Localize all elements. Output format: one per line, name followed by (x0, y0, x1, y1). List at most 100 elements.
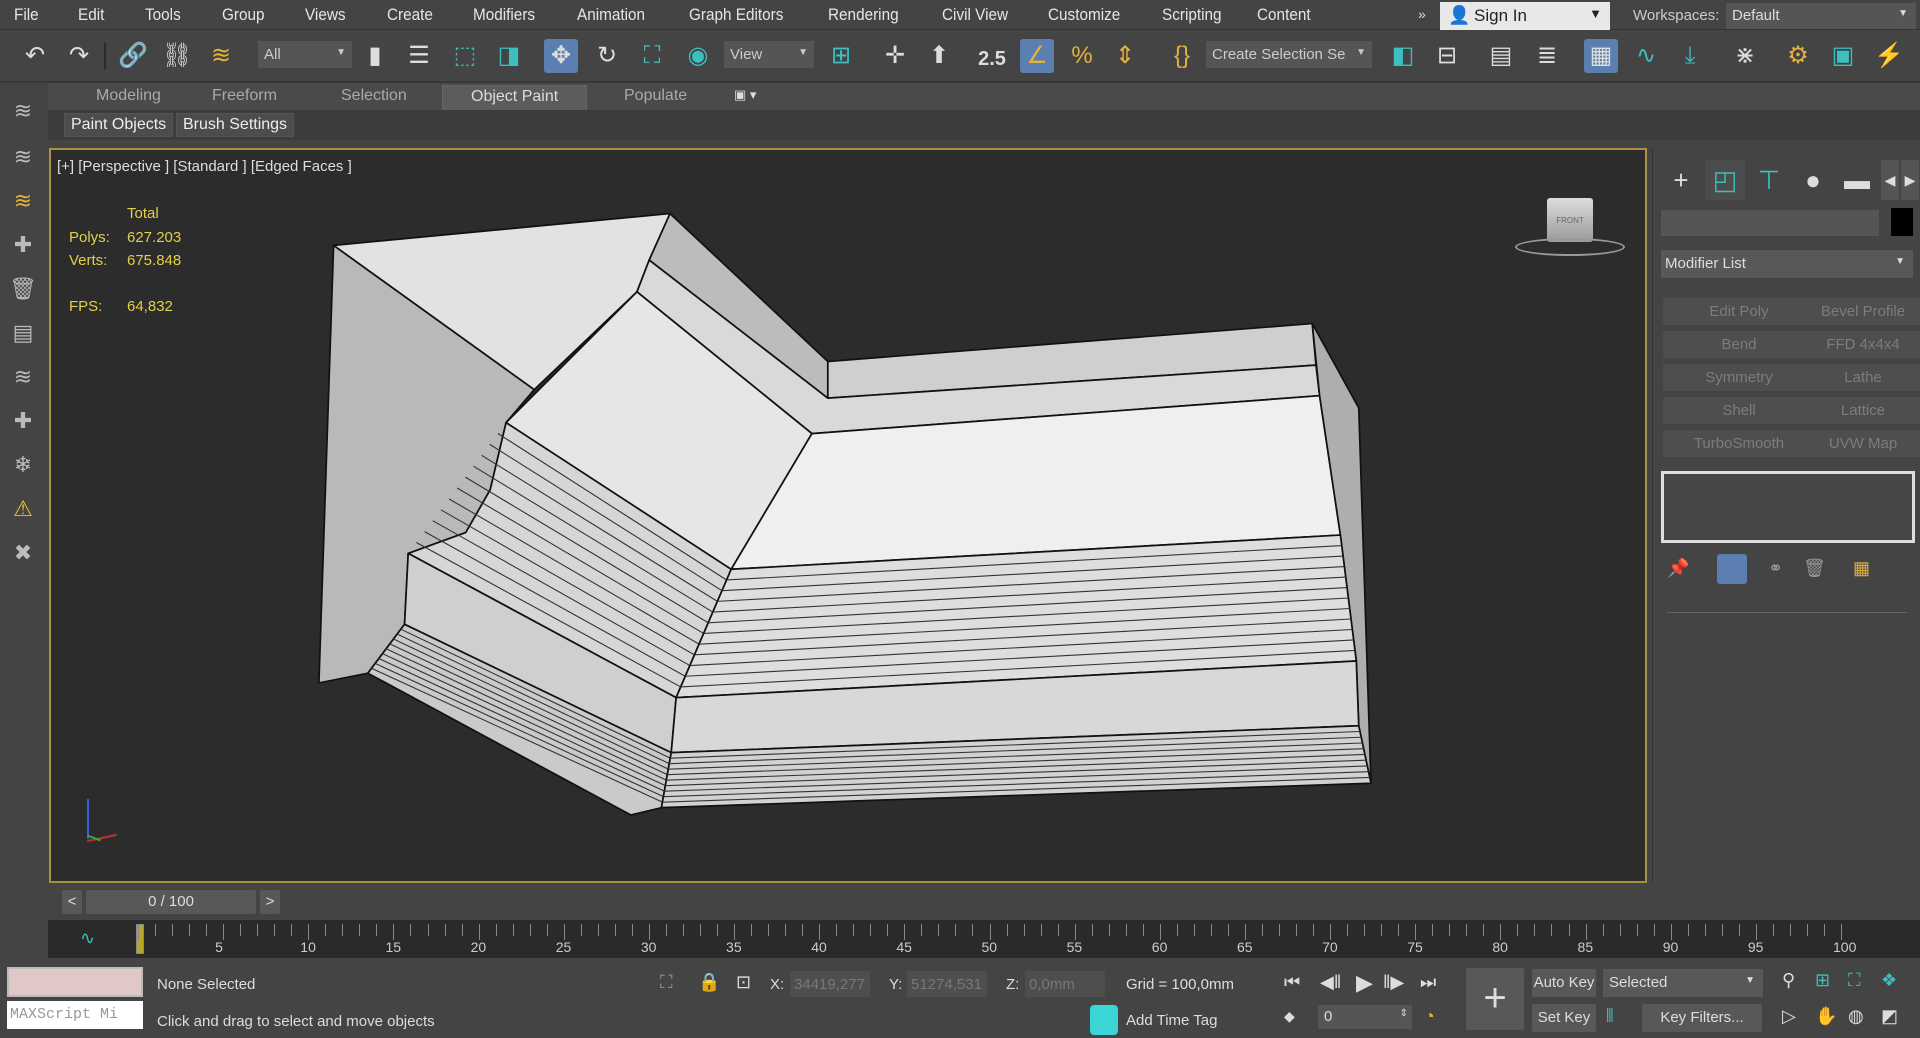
modifier-button[interactable]: Bevel Profile (1787, 298, 1920, 325)
zoom-extents-all-icon[interactable]: ❖ (1881, 970, 1897, 991)
maxscript-listener-output[interactable] (7, 967, 143, 997)
add-time-tag-icon[interactable] (1090, 1005, 1118, 1035)
maximize-viewport-icon[interactable]: ◩ (1881, 1006, 1898, 1027)
previous-frame-icon[interactable]: ◀‖ (1320, 972, 1341, 993)
scene-explorer-icon[interactable]: ▤ (1484, 39, 1518, 73)
zoom-extents-icon[interactable]: ⛶ (1848, 970, 1861, 991)
warning-icon[interactable]: ⚠ (8, 496, 38, 526)
menu-scripting[interactable]: Scripting (1162, 5, 1222, 25)
modify-tab-icon[interactable]: ◰ (1705, 160, 1745, 200)
select-object-icon[interactable]: ▮ (358, 39, 392, 73)
modifier-button[interactable]: Lattice (1787, 397, 1920, 424)
scroll-left-icon[interactable]: ◀ (1881, 160, 1899, 200)
go-to-start-icon[interactable]: ⏮ (1284, 972, 1300, 993)
modifier-button[interactable]: Lathe (1787, 364, 1920, 391)
curve-editor-icon[interactable]: ∿ (1629, 39, 1663, 73)
menu-content[interactable]: Content (1257, 5, 1311, 25)
tab-selection[interactable]: Selection (341, 87, 407, 105)
perspective-viewport[interactable]: [+] [Perspective ] [Standard ] [Edged Fa… (49, 148, 1647, 883)
bind-space-warp-icon[interactable]: ≋ (204, 39, 238, 73)
display-tab-icon[interactable]: ▬ (1837, 160, 1877, 200)
rectangular-selection-icon[interactable]: ⬚ (448, 39, 482, 73)
modifier-button[interactable]: UVW Map (1787, 430, 1920, 457)
select-by-name-icon[interactable]: ☰ (402, 39, 436, 73)
motion-tab-icon[interactable]: ● (1793, 160, 1833, 200)
set-key-big-button[interactable]: + (1466, 968, 1524, 1030)
add-time-tag-button[interactable]: Add Time Tag (1126, 1012, 1217, 1029)
modifier-button[interactable]: FFD 4x4x4 (1787, 331, 1920, 358)
angle-snap-icon[interactable]: ∠ (1020, 39, 1054, 73)
hierarchy-tab-icon[interactable]: ⊤ (1749, 160, 1789, 200)
menu-edit[interactable]: Edit (78, 5, 104, 25)
render-setup-icon[interactable]: ⚙ (1781, 39, 1815, 73)
window-crossing-icon[interactable]: ◨ (492, 39, 526, 73)
absolute-mode-icon[interactable]: ⊡ (736, 972, 751, 993)
spinner-arrows-icon[interactable]: ⇕ (1400, 1008, 1408, 1019)
default-in-out-tangents-icon[interactable]: ⫴ (1606, 1006, 1614, 1027)
play-icon[interactable]: ▶ (1356, 970, 1373, 996)
timeline-track[interactable]: ∿ 5 10 15 20 25 30 35 40 45 50 55 60 65 70 75 80 85 90 95 1… (48, 920, 1920, 958)
select-and-move-icon[interactable]: ✥ (544, 39, 578, 73)
z-coordinate-field[interactable]: 0,0mm (1025, 971, 1105, 997)
align-icon[interactable]: ⊟ (1430, 39, 1464, 73)
viewcube-face[interactable]: FRONT (1547, 198, 1593, 242)
delete-layer-icon[interactable]: 🗑 (8, 276, 38, 306)
menu-rendering[interactable]: Rendering (828, 5, 899, 25)
frame-indicator[interactable]: 0 / 100 (86, 890, 256, 914)
menu-file[interactable]: File (14, 5, 39, 25)
prev-frame-button[interactable]: < (62, 890, 82, 914)
mini-curve-editor-icon[interactable]: ∿ (80, 928, 95, 949)
x-coordinate-field[interactable]: 34419,277 (790, 971, 870, 997)
selection-lock-icon[interactable]: 🔒 (698, 972, 720, 993)
named-selection-set-dropdown[interactable]: Create Selection Se ▼ (1206, 41, 1372, 68)
pan-view-icon[interactable]: ✋ (1815, 1006, 1837, 1027)
object-name-input[interactable] (1661, 210, 1879, 236)
modifier-stack[interactable] (1661, 471, 1915, 543)
selection-filter-dropdown[interactable]: All ▼ (258, 41, 352, 68)
current-frame-spinner[interactable]: 0 ⇕ (1318, 1005, 1412, 1029)
time-slider[interactable]: < 0 / 100 > (62, 890, 280, 914)
menu-group[interactable]: Group (222, 5, 265, 25)
go-to-end-icon[interactable]: ⏭ (1420, 972, 1436, 993)
sign-in-button[interactable]: 👤 Sign In ▼ (1440, 2, 1610, 30)
menu-tools[interactable]: Tools (145, 5, 181, 25)
isolate-selection-icon[interactable]: ⛶ (660, 972, 673, 993)
render-production-icon[interactable]: ⚡ (1872, 39, 1906, 73)
layer-properties-icon[interactable]: ▤ (8, 320, 38, 350)
material-editor-icon[interactable]: ⋇ (1728, 39, 1762, 73)
create-tab-icon[interactable]: + (1661, 160, 1701, 200)
auto-key-button[interactable]: Auto Key (1532, 969, 1596, 997)
select-manipulate-icon[interactable]: ✛ (878, 39, 912, 73)
configure-modifier-sets-icon[interactable]: ▦ (1853, 558, 1870, 579)
percent-snap-icon[interactable]: % (1065, 39, 1099, 73)
menu-modifiers[interactable]: Modifiers (473, 5, 535, 25)
time-configuration-icon[interactable]: ◔ (1424, 1006, 1435, 1027)
y-coordinate-field[interactable]: 51274,531 (907, 971, 987, 997)
key-filters-button[interactable]: Key Filters... (1642, 1004, 1762, 1032)
zoom-icon[interactable]: ⚲ (1782, 970, 1795, 991)
menu-civil-view[interactable]: Civil View (942, 5, 1008, 25)
spinner-snap-icon[interactable]: ⇕ (1108, 39, 1142, 73)
menu-overflow-icon[interactable]: » (1418, 6, 1426, 22)
layers-settings-icon[interactable]: ≋ (8, 188, 38, 218)
tab-modeling[interactable]: Modeling (96, 87, 161, 105)
viewcube[interactable]: FRONT (1515, 198, 1625, 268)
rendered-frame-window-icon[interactable]: ▣ (1826, 39, 1860, 73)
unlink-icon[interactable]: ⛓ (160, 39, 194, 73)
field-of-view-icon[interactable]: ▷ (1782, 1006, 1796, 1027)
link-icon[interactable]: 🔗 (116, 39, 150, 73)
menu-animation[interactable]: Animation (577, 5, 645, 25)
layer-explorer-icon[interactable]: ≣ (1530, 39, 1564, 73)
menu-create[interactable]: Create (387, 5, 433, 25)
maxscript-mini-listener[interactable]: MAXScript Mi (7, 1001, 143, 1029)
menu-views[interactable]: Views (305, 5, 346, 25)
add-to-layer-icon[interactable]: ✚ (8, 408, 38, 438)
freeze-layer-icon[interactable]: ❄ (8, 452, 38, 482)
tab-populate[interactable]: Populate (624, 87, 687, 105)
next-frame-button[interactable]: > (260, 890, 280, 914)
key-mode-toggle-icon[interactable]: ◆ (1284, 1008, 1295, 1025)
ribbon-options-icon[interactable]: ▣ ▾ (734, 87, 756, 103)
next-frame-icon[interactable]: ‖▶ (1383, 972, 1404, 993)
keyboard-shortcut-override-icon[interactable]: ⬆ (922, 39, 956, 73)
workspace-select[interactable]: Default ▼ (1726, 3, 1916, 29)
